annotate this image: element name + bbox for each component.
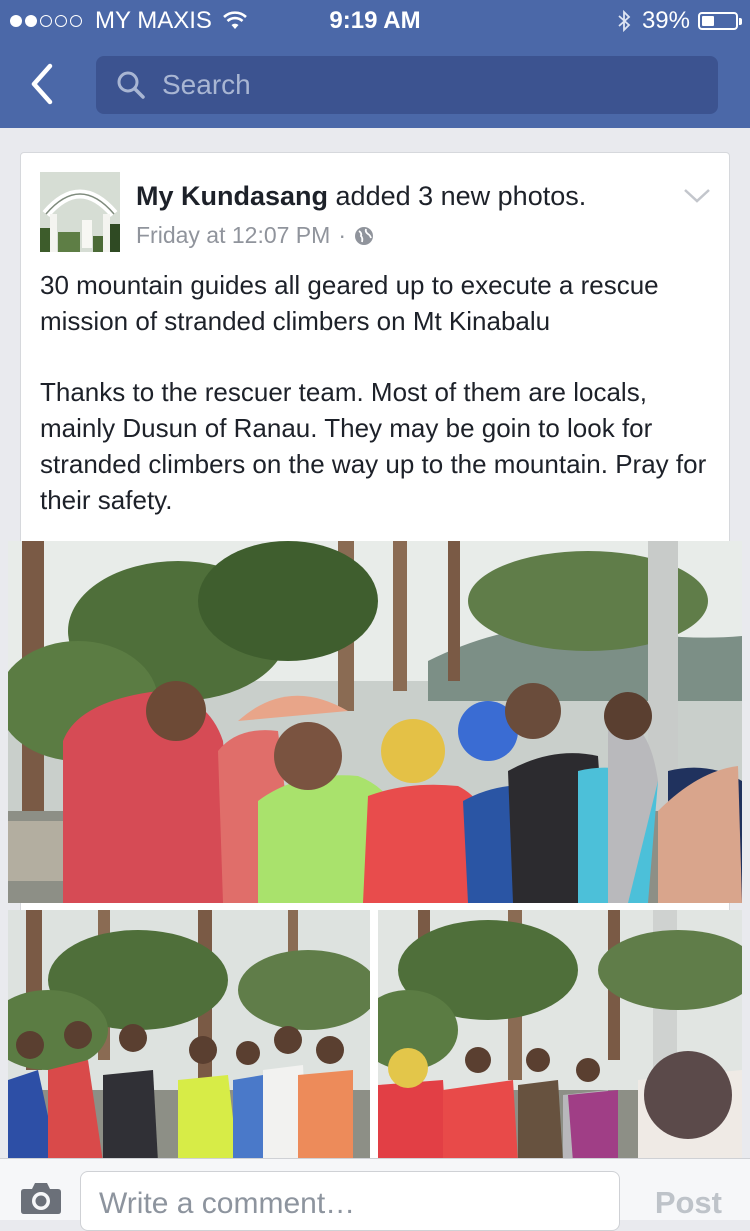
- comment-input[interactable]: [97, 1186, 601, 1222]
- comment-bar: Post: [0, 1158, 750, 1231]
- battery-icon: [698, 12, 742, 30]
- avatar-image: [40, 172, 120, 252]
- post-timestamp[interactable]: Friday at 12:07 PM: [136, 222, 330, 249]
- search-icon: [117, 71, 145, 99]
- search-bar[interactable]: [96, 56, 718, 114]
- post-body: 30 mountain guides all geared up to exec…: [40, 267, 720, 553]
- meta-separator: ·: [338, 222, 346, 248]
- comment-field[interactable]: [80, 1171, 620, 1231]
- back-button[interactable]: [22, 62, 66, 106]
- search-input[interactable]: [160, 68, 684, 102]
- post-photo-2[interactable]: [8, 910, 370, 1162]
- post-action: added 3 new photos.: [328, 181, 587, 211]
- camera-icon[interactable]: [20, 1181, 62, 1215]
- post-comment-button[interactable]: Post: [655, 1185, 722, 1221]
- post-paragraph: 30 mountain guides all geared up to exec…: [40, 270, 659, 336]
- post-photo-main[interactable]: [8, 541, 742, 903]
- chevron-left-icon: [31, 63, 53, 105]
- chevron-down-icon[interactable]: [683, 187, 711, 205]
- post-paragraph: Thanks to the rescuer team. Most of them…: [40, 377, 707, 515]
- post-photo-3[interactable]: [378, 910, 742, 1162]
- top-header: MY MAXIS 9:19 AM 39%: [0, 0, 750, 128]
- bluetooth-icon: [618, 9, 631, 33]
- battery-percent: 39%: [641, 7, 690, 34]
- globe-icon: [354, 226, 373, 245]
- status-bar: MY MAXIS 9:19 AM 39%: [0, 0, 750, 40]
- post-title: My Kundasang added 3 new photos.: [136, 181, 676, 212]
- author-link[interactable]: My Kundasang: [136, 181, 328, 211]
- page-avatar[interactable]: [40, 172, 120, 252]
